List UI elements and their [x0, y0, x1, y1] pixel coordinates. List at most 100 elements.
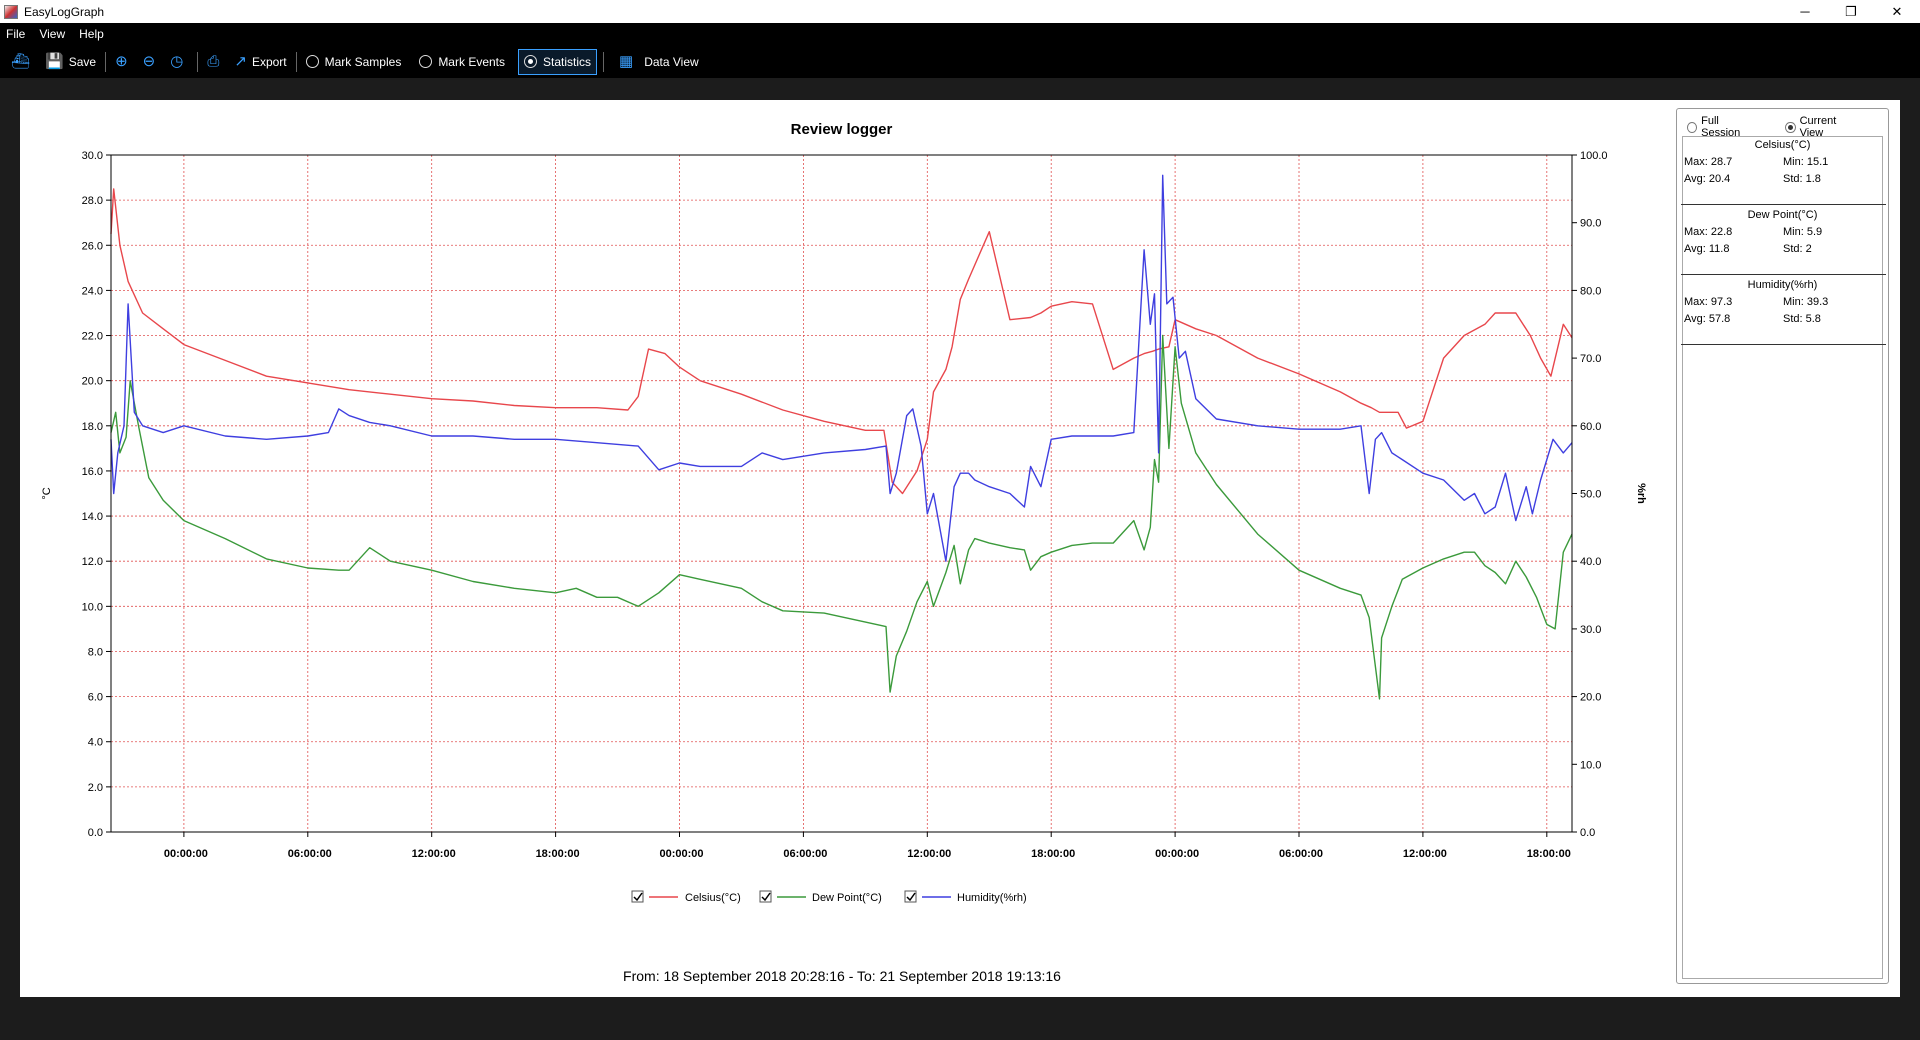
date-range-text: From: 18 September 2018 20:28:16 - To: 2…: [623, 968, 1061, 984]
statistics-panel: Full Session Current View Celsius(°C) Ma…: [1676, 108, 1889, 984]
y-axis-tick-label: 2.0: [88, 782, 103, 794]
x-axis-tick-label: 12:00:00: [412, 848, 456, 860]
y-axis-tick-label: 26.0: [82, 240, 103, 252]
x-axis-tick-label: 06:00:00: [1279, 848, 1323, 860]
stats-avg: Avg: 11.8: [1684, 243, 1730, 255]
stats-min: Min: 5.9: [1783, 226, 1823, 238]
menu-bar: File View Help: [0, 23, 1920, 45]
stats-group-title: Humidity(%rh): [1747, 279, 1818, 291]
mark-samples-label: Mark Samples: [324, 54, 402, 69]
y-axis-label: °C: [41, 487, 53, 499]
zoom-in-button[interactable]: ⊕: [110, 49, 138, 75]
zoom-out-icon: ⊖: [142, 53, 156, 70]
y2-axis-tick-label: 10.0: [1580, 759, 1601, 771]
y-axis-tick-label: 30.0: [82, 150, 103, 162]
plot-area: [111, 155, 1572, 832]
y2-axis-tick-label: 0.0: [1580, 827, 1595, 839]
table-icon: ▦: [619, 53, 634, 70]
mark-events-label: Mark Events: [438, 54, 505, 69]
export-label: Export: [251, 54, 287, 69]
stats-max: Max: 22.8: [1684, 226, 1733, 238]
y2-axis-tick-label: 40.0: [1580, 556, 1601, 568]
save-button[interactable]: 💾 Save: [40, 49, 101, 75]
y2-axis-tick-label: 50.0: [1580, 489, 1601, 501]
minimize-button[interactable]: ─: [1782, 0, 1828, 23]
x-axis-tick-label: 18:00:00: [1527, 848, 1571, 860]
x-axis-tick-label: 18:00:00: [1031, 848, 1075, 860]
stats-divider: [1681, 344, 1886, 345]
restore-button[interactable]: ❐: [1828, 0, 1874, 23]
zoom-out-button[interactable]: ⊖: [138, 49, 166, 75]
menu-view[interactable]: View: [39, 27, 65, 41]
y-axis-tick-label: 14.0: [82, 511, 103, 523]
full-session-radio-icon: [1687, 121, 1698, 133]
menu-file[interactable]: File: [6, 27, 25, 41]
y2-axis-tick-label: 90.0: [1580, 218, 1601, 230]
export-button[interactable]: ↗ Export: [229, 49, 291, 75]
save-label: Save: [68, 54, 97, 69]
y2-axis-label: %rh: [1635, 483, 1647, 504]
x-axis-tick-label: 12:00:00: [907, 848, 951, 860]
legend-humidity-label: Humidity(%rh): [957, 892, 1027, 904]
y-axis-tick-label: 4.0: [88, 737, 103, 749]
current-view-radio-icon: [1785, 121, 1796, 133]
x-axis-tick-label: 00:00:00: [659, 848, 703, 860]
clock-icon: ◷: [170, 53, 184, 70]
chart[interactable]: Review logger 0.0 2.0 4.0 6.0 8.0 10.0 12.0 14.0…: [20, 100, 1670, 997]
mark-events-toggle[interactable]: Mark Events: [414, 49, 510, 75]
stats-avg: Avg: 20.4: [1684, 173, 1731, 185]
y-axis-tick-label: 20.0: [82, 376, 103, 388]
statistics-toggle[interactable]: Statistics: [518, 48, 598, 75]
x-axis-tick-label: 06:00:00: [288, 848, 332, 860]
stats-min: Min: 39.3: [1783, 296, 1829, 308]
stats-group-dew-point: Dew Point(°C) Max: 22.8 Min: 5.9 Avg: 11.…: [1681, 207, 1886, 275]
stats-max: Max: 97.3: [1684, 296, 1733, 308]
stats-std: Std: 1.8: [1783, 173, 1821, 185]
time-button[interactable]: ◷: [165, 49, 193, 75]
export-icon: ↗: [234, 53, 247, 70]
stats-avg: Avg: 57.8: [1684, 313, 1731, 325]
print-button[interactable]: ⎙: [202, 49, 229, 75]
open-icon: ⛴: [11, 53, 31, 70]
x-axis-tick-label: 18:00:00: [536, 848, 580, 860]
chart-title: Review logger: [791, 121, 893, 138]
y-axis-tick-label: 0.0: [88, 827, 103, 839]
open-button[interactable]: ⛴: [6, 49, 40, 75]
x-axis-tick-label: 00:00:00: [1155, 848, 1199, 860]
y-axis-tick-label: 6.0: [88, 692, 103, 704]
toolbar-separator: [295, 51, 297, 72]
graph-panel: Review logger 0.0 2.0 4.0 6.0 8.0 10.0 12.0 14.0…: [20, 100, 1900, 997]
toolbar-separator: [105, 51, 107, 72]
save-icon: 💾: [45, 53, 64, 70]
y2-axis-tick-label: 100.0: [1580, 150, 1608, 162]
stats-group-humidity: Humidity(%rh) Max: 97.3 Min: 39.3 Avg: 57…: [1681, 277, 1886, 345]
close-button[interactable]: ✕: [1874, 0, 1920, 23]
data-view-button[interactable]: ▦ Data View: [614, 49, 704, 75]
statistics-radio-icon: [524, 55, 537, 68]
mark-samples-radio-icon: [305, 55, 319, 68]
stats-group-title: Dew Point(°C): [1747, 209, 1818, 221]
app-logo-icon: [4, 4, 18, 19]
legend-celsius-label: Celsius(°C): [685, 892, 741, 904]
printer-icon: ⎙: [207, 53, 220, 70]
y2-axis-tick-label: 60.0: [1580, 421, 1601, 433]
stats-max: Max: 28.7: [1684, 156, 1733, 168]
menu-help[interactable]: Help: [79, 27, 104, 41]
mark-events-radio-icon: [419, 55, 433, 68]
y-axis-tick-label: 18.0: [82, 421, 103, 433]
mark-samples-toggle[interactable]: Mark Samples: [301, 49, 407, 75]
x-axis-tick-label: 12:00:00: [1403, 848, 1447, 860]
toolbar: ⛴ 💾 Save ⊕ ⊖ ◷ ⎙ ↗ Export Mark Samples Mar…: [0, 45, 1920, 78]
toolbar-separator: [197, 51, 199, 72]
y-axis-tick-label: 10.0: [82, 601, 103, 613]
stats-divider: [1681, 204, 1886, 205]
stats-std: Std: 2: [1783, 243, 1812, 255]
stats-group-title: Celsius(°C): [1754, 139, 1811, 151]
y2-axis-tick-label: 20.0: [1580, 692, 1601, 704]
title-bar: EasyLogGraph ─ ❐ ✕: [0, 0, 1920, 23]
stats-divider: [1681, 274, 1886, 275]
x-axis-tick-label: 06:00:00: [783, 848, 827, 860]
stats-group-celsius: Celsius(°C) Max: 28.7 Min: 15.1 Avg: 20.4…: [1681, 137, 1886, 205]
y-axis-tick-label: 22.0: [82, 331, 103, 343]
y-axis-tick-label: 12.0: [82, 556, 103, 568]
